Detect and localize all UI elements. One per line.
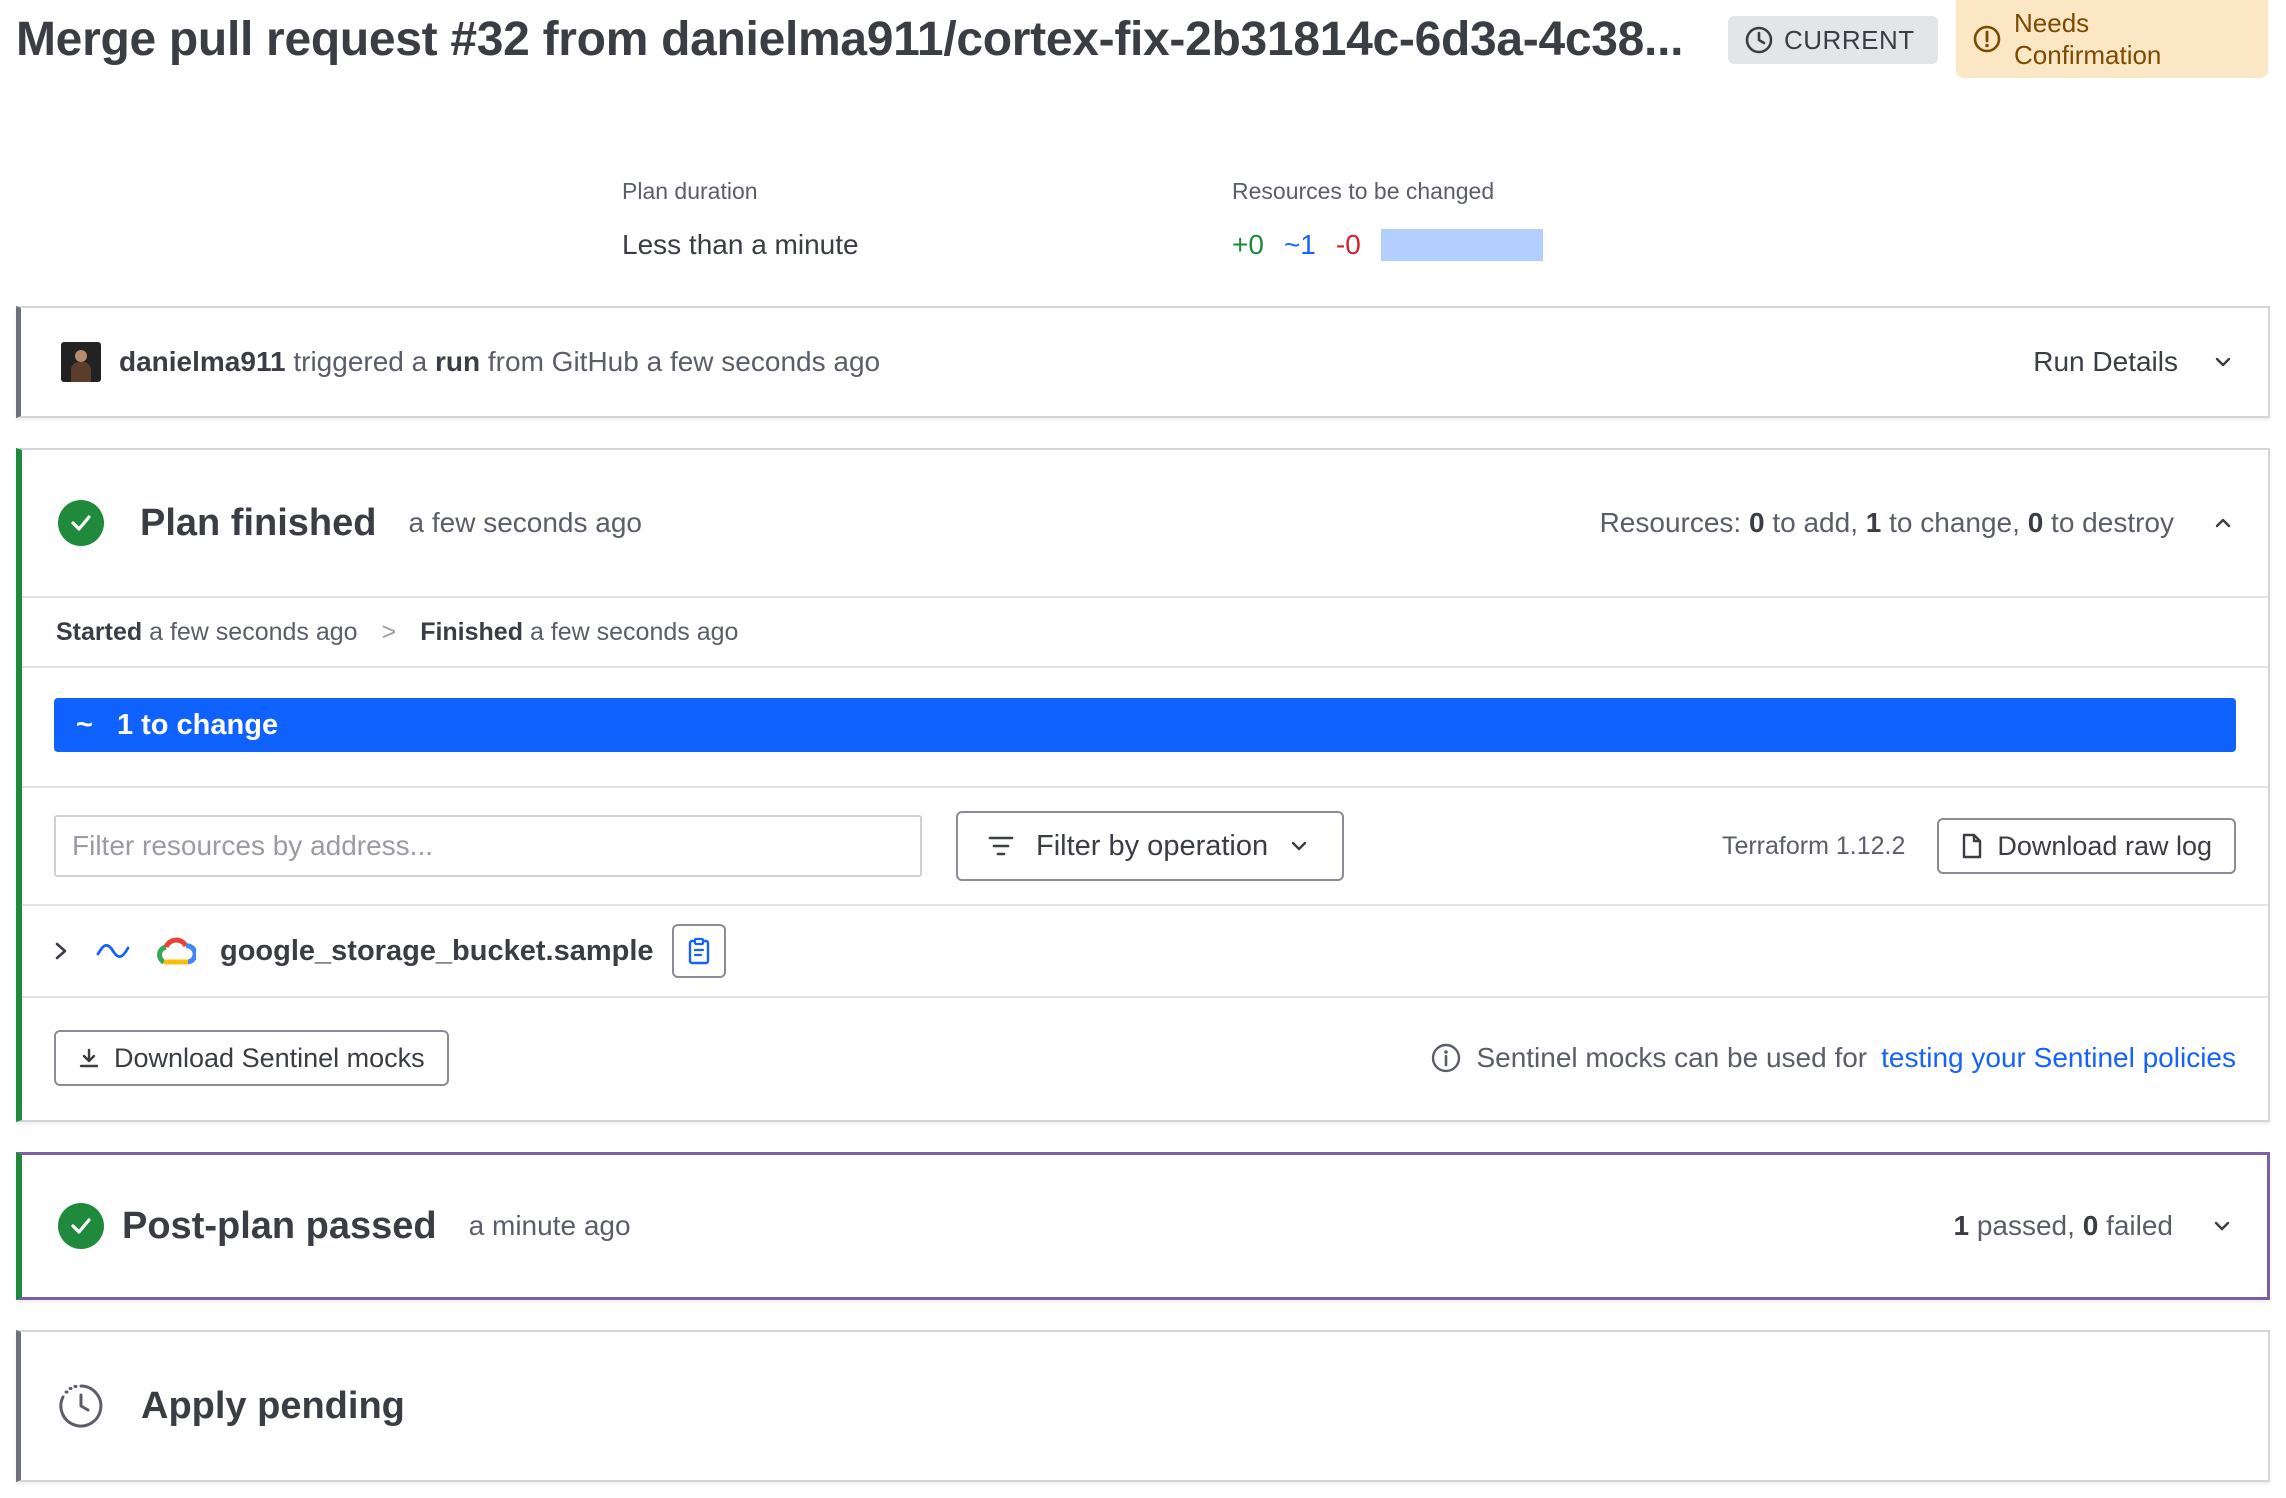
trigger-source: from GitHub a few seconds ago xyxy=(487,346,881,377)
filter-by-operation-dropdown[interactable]: Filter by operation xyxy=(956,811,1344,881)
resource-address: google_storage_bucket.sample xyxy=(220,934,654,967)
chevron-right-icon[interactable] xyxy=(52,940,70,962)
file-icon xyxy=(1963,833,1982,859)
to-change-label: 1 to change xyxy=(116,708,279,741)
google-cloud-icon xyxy=(157,937,196,965)
chevron-up-icon[interactable] xyxy=(2214,514,2232,532)
plan-header[interactable]: Plan finished a few seconds ago Resource… xyxy=(22,450,2268,598)
check-circle-icon xyxy=(58,1203,104,1249)
plan-duration-label: Plan duration xyxy=(622,178,758,204)
plan-title: Plan finished xyxy=(140,501,377,544)
resources-changed-stat: Resources to be changed +0 ~1 -0 xyxy=(1232,178,1543,261)
needs-badge-line1: Needs xyxy=(2014,8,2090,38)
run-details-button[interactable]: Run Details xyxy=(2033,346,2178,378)
apply-title: Apply pending xyxy=(141,1384,405,1427)
to-change-toggle[interactable]: ~ 1 to change xyxy=(54,698,2236,752)
warning-circle-icon xyxy=(1973,25,2001,53)
download-sentinel-mocks-label: Download Sentinel mocks xyxy=(114,1042,425,1073)
page-title: Merge pull request #32 from danielma911/… xyxy=(16,13,1684,66)
sentinel-mocks-note: Sentinel mocks can be used for testing y… xyxy=(1430,1042,2236,1074)
current-badge-label: CURRENT xyxy=(1784,24,1915,55)
download-sentinel-mocks-button[interactable]: Download Sentinel mocks xyxy=(54,1030,449,1086)
download-icon xyxy=(79,1048,99,1068)
change-count: ~1 xyxy=(1283,229,1316,260)
post-plan-card[interactable]: Post-plan passed a minute ago 1 passed, … xyxy=(16,1152,2270,1300)
change-ratio-bar xyxy=(1380,229,1543,261)
plan-duration-value: Less than a minute xyxy=(622,229,859,260)
current-badge: CURRENT xyxy=(1728,16,1938,64)
filter-by-operation-label: Filter by operation xyxy=(1036,829,1269,862)
plan-finished: Finished a few seconds ago xyxy=(420,617,739,646)
sentinel-policies-link[interactable]: testing your Sentinel policies xyxy=(1881,1042,2236,1074)
plan-started: Started a few seconds ago xyxy=(56,617,358,646)
trigger-text: triggered a xyxy=(293,346,428,377)
plan-resources-summary: Resources: 0 to add, 1 to change, 0 to d… xyxy=(1599,507,2174,538)
terraform-version: Terraform 1.12.2 xyxy=(1721,831,1906,860)
plan-card: Plan finished a few seconds ago Resource… xyxy=(16,448,2270,1122)
resources-changed-label: Resources to be changed xyxy=(1232,178,1495,204)
resource-diff-summary: +0 ~1 -0 xyxy=(1232,229,1543,261)
trigger-run-word: run xyxy=(435,346,481,377)
post-plan-title: Post-plan passed xyxy=(122,1204,437,1247)
pending-clock-icon xyxy=(59,1384,103,1428)
run-header: Merge pull request #32 from danielma911/… xyxy=(16,0,2270,100)
apply-card: Apply pending xyxy=(16,1330,2270,1482)
resource-row[interactable]: google_storage_bucket.sample xyxy=(22,906,2268,998)
filter-toolbar: Filter by operation Terraform 1.12.2 Dow… xyxy=(22,788,2268,906)
plan-time: a few seconds ago xyxy=(408,507,642,538)
download-raw-log-button[interactable]: Download raw log xyxy=(1937,818,2236,874)
sentinel-mocks-text: Sentinel mocks can be used for xyxy=(1476,1042,1868,1073)
chevron-down-icon[interactable] xyxy=(2214,353,2232,371)
trigger-user: danielma911 xyxy=(119,346,286,377)
plan-duration-stat: Plan duration Less than a minute xyxy=(622,178,859,261)
download-raw-log-label: Download raw log xyxy=(1997,830,2212,861)
filter-icon xyxy=(988,836,1014,856)
clipboard-icon xyxy=(688,937,709,965)
run-trigger-card[interactable]: danielma911 triggered a run from GitHub … xyxy=(16,306,2270,418)
post-plan-time: a minute ago xyxy=(468,1210,631,1241)
needs-confirmation-badge: Needs Confirmation xyxy=(1956,0,2268,78)
timeline-separator: > xyxy=(381,617,397,646)
info-icon xyxy=(1432,1043,1461,1073)
chevron-down-icon[interactable] xyxy=(2213,1217,2231,1235)
change-tilde-icon xyxy=(96,943,130,959)
clock-icon xyxy=(1745,26,1773,54)
filter-resources-input[interactable] xyxy=(54,815,922,877)
tilde-icon: ~ xyxy=(76,708,93,741)
needs-badge-line2: Confirmation xyxy=(2014,40,2162,70)
add-count: +0 xyxy=(1232,229,1264,260)
avatar xyxy=(61,342,101,382)
chevron-down-icon xyxy=(1291,841,1307,851)
sentinel-mocks-row: Download Sentinel mocks Sentinel mocks c… xyxy=(22,998,2268,1118)
post-plan-summary: 1 passed, 0 failed xyxy=(1953,1210,2173,1241)
destroy-count: -0 xyxy=(1335,229,1361,260)
plan-timeline: Started a few seconds ago > Finished a f… xyxy=(22,598,2268,668)
check-circle-icon xyxy=(58,500,104,546)
copy-address-button[interactable] xyxy=(671,924,726,978)
